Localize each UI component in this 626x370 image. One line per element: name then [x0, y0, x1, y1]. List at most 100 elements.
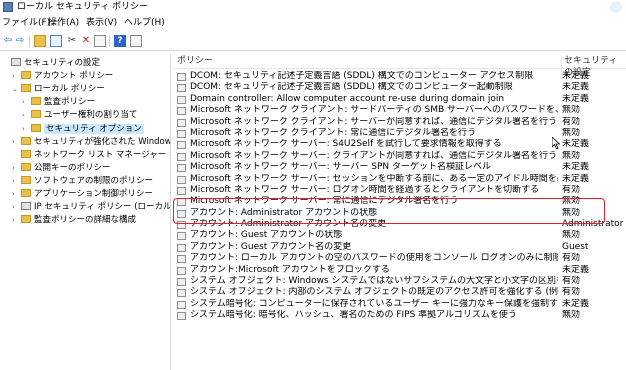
tree-item[interactable]: › アカウント ポリシー — [12, 70, 113, 83]
expand-arrow-icon[interactable]: › — [22, 123, 31, 136]
policy-name: アカウント:Microsoft アカウントをブロックする — [190, 264, 390, 275]
menu-view[interactable]: 表示(V) — [86, 17, 117, 29]
expand-arrow-icon[interactable]: › — [22, 96, 31, 109]
policy-name: Microsoft ネットワーク サーバー: サーバー SPN ターゲット名検証… — [190, 162, 491, 173]
policy-name: システム オブジェクト: Windows システムではないサブシステムの大文字と… — [190, 276, 558, 287]
tree-item[interactable]: › 公開キーのポリシー — [12, 162, 111, 175]
policy-name: アカウント: Administrator アカウント名の変更 — [190, 219, 387, 230]
tree-item-label: 監査ポリシーの詳細な構成 — [34, 215, 137, 226]
expand-arrow-icon[interactable]: › — [12, 70, 21, 83]
policy-icon — [177, 129, 186, 138]
tree-item[interactable]: › IP セキュリティ ポリシー (ローカル コンピュータ) — [12, 201, 170, 214]
folder-icon — [31, 97, 41, 106]
policy-setting: 無効 — [562, 207, 581, 218]
policy-icon — [177, 141, 186, 150]
folder-icon — [31, 110, 41, 119]
expand-arrow-icon[interactable]: › — [22, 109, 31, 122]
menu-action[interactable]: 操作(A) — [48, 17, 79, 29]
policy-setting: 無効 — [562, 127, 581, 138]
up-folder-icon[interactable] — [34, 35, 46, 47]
menu-file[interactable]: ファイル(F) — [2, 17, 50, 29]
policy-setting: 未定義 — [562, 173, 590, 184]
policy-setting: 未定義 — [562, 93, 590, 104]
policy-row[interactable]: アカウント: Administrator アカウント名の変更 Administra… — [173, 219, 626, 230]
expand-arrow-icon[interactable]: › — [12, 188, 21, 201]
tree-item-label: ユーザー権利の割り当て — [44, 110, 138, 121]
properties-icon[interactable] — [130, 35, 142, 47]
policy-name: Microsoft ネットワーク クライアント: 常に通信にデジタル署名を行う — [190, 127, 477, 138]
policy-name: システム オブジェクト: 内部のシステム オブジェクトの既定のアクセス許可を強化… — [190, 287, 558, 298]
window-control-icon[interactable] — [610, 1, 622, 13]
policy-row[interactable]: Microsoft ネットワーク サーバー: セッションを中断する前に、ある一定… — [173, 174, 626, 185]
policy-row[interactable]: アカウント: Guest アカウント名の変更 Guest — [173, 242, 626, 253]
policy-row[interactable]: アカウント: Guest アカウントの状態 無効 — [173, 230, 626, 241]
policy-setting: 有効 — [562, 184, 581, 195]
export-list-icon[interactable] — [94, 35, 106, 47]
toolbar: ⇦ ⇨ ✂ ✕ ? — [0, 32, 626, 51]
policy-icon — [177, 95, 186, 104]
expand-arrow-icon[interactable]: › — [12, 214, 21, 227]
expand-arrow-icon[interactable]: › — [12, 136, 21, 149]
policy-row[interactable]: Microsoft ネットワーク サーバー: ログオン時間を経過するとクライアン… — [173, 185, 626, 196]
policy-row[interactable]: システム オブジェクト: 内部のシステム オブジェクトの既定のアクセス許可を強化… — [173, 287, 626, 298]
policy-setting: Administrator — [562, 219, 624, 230]
policy-setting: 未定義 — [562, 162, 590, 173]
policy-row[interactable]: Microsoft ネットワーク サーバー: 常に通信にデジタル署名を行う 無効 — [173, 196, 626, 207]
tree-item-label: セキュリティの設定 — [24, 58, 100, 68]
expand-arrow-icon[interactable]: ⌄ — [12, 83, 21, 96]
tree-item[interactable]: › セキュリティ オプション — [22, 123, 144, 136]
policy-icon — [177, 266, 186, 275]
back-icon[interactable]: ⇦ — [2, 35, 14, 47]
policy-setting: 未定義 — [562, 298, 590, 309]
policy-row[interactable]: Domain controller: Allow computer accoun… — [173, 94, 626, 105]
forward-icon[interactable]: ⇨ — [14, 35, 26, 47]
policy-icon — [177, 107, 186, 116]
tree-item[interactable]: › アプリケーション制御ポリシー — [12, 188, 153, 201]
policy-setting: 無効 — [562, 150, 581, 161]
tree-item[interactable]: ネットワーク リスト マネージャー ポリシー — [12, 149, 170, 162]
policy-setting: 未定義 — [562, 264, 590, 275]
policy-row[interactable]: DCOM: セキュリティ記述子定義言語 (SDDL) 構文でのコンピューター ア… — [173, 71, 626, 82]
tree-item[interactable]: › ソフトウェアの制限のポリシー — [12, 175, 153, 188]
policy-row[interactable]: Microsoft ネットワーク クライアント: サーバーが同意すれば、通信にデ… — [173, 117, 626, 128]
policy-icon — [177, 289, 186, 298]
policy-row[interactable]: アカウント: Administrator アカウントの状態 無効 — [173, 208, 626, 219]
policy-row[interactable]: システム暗号化: 暗号化、ハッシュ、署名のための FIPS 準拠アルゴリズムを使… — [173, 310, 626, 321]
policy-name: Microsoft ネットワーク サーバー: クライアントが同意すれば、通信にデ… — [190, 150, 557, 161]
policy-row[interactable]: アカウント:Microsoft アカウントをブロックする 未定義 — [173, 265, 626, 276]
tree-item[interactable]: › 監査ポリシー — [22, 96, 95, 109]
tree-item-label: 公開キーのポリシー — [34, 162, 111, 173]
policy-row[interactable]: システム暗号化: コンピューターに保存されているユーザー キーに強力なキー保護を… — [173, 299, 626, 310]
policy-name: Microsoft ネットワーク サーバー: ログオン時間を経過するとクライアン… — [190, 184, 540, 195]
show-hide-tree-icon[interactable] — [50, 35, 62, 47]
expand-arrow-icon[interactable]: › — [12, 201, 21, 214]
shield-icon — [11, 58, 21, 66]
policy-row[interactable]: アカウント: ローカル アカウントの空のパスワードの使用をコンソール ログオンの… — [173, 253, 626, 264]
policy-name: システム暗号化: 暗号化、ハッシュ、署名のための FIPS 準拠アルゴリズムを使… — [190, 310, 517, 321]
tree-item[interactable]: ⌄ ローカル ポリシー — [12, 83, 105, 96]
folder-icon — [31, 123, 41, 132]
expand-arrow-icon[interactable]: › — [12, 162, 21, 175]
tree-item-label: セキュリティが強化された Windows Defender — [34, 136, 170, 147]
policy-row[interactable]: Microsoft ネットワーク クライアント: サードパーティの SMB サー… — [173, 105, 626, 116]
policy-icon — [177, 164, 186, 173]
policy-setting: 無効 — [562, 230, 581, 241]
tree-item[interactable]: › セキュリティが強化された Windows Defender — [12, 136, 170, 149]
help-icon[interactable]: ? — [114, 35, 126, 47]
delete-icon[interactable]: ✕ — [80, 35, 92, 47]
policy-row[interactable]: DCOM: セキュリティ記述子定義言語 (SDDL) 構文でのコンピューター起動… — [173, 82, 626, 93]
tree-item[interactable]: › 監査ポリシーの詳細な構成 — [12, 214, 136, 227]
tree-item[interactable]: › ユーザー権利の割り当て — [22, 109, 137, 122]
policy-row[interactable]: システム オブジェクト: Windows システムではないサブシステムの大文字と… — [173, 276, 626, 287]
menu-help[interactable]: ヘルプ(H) — [124, 17, 165, 29]
policy-name: システム暗号化: コンピューターに保存されているユーザー キーに強力なキー保護を… — [190, 298, 558, 309]
policy-icon — [177, 232, 186, 241]
policy-name: Microsoft ネットワーク クライアント: サードパーティの SMB サー… — [190, 105, 558, 116]
tree-item[interactable]: セキュリティの設定 — [2, 57, 100, 70]
policy-icon — [177, 84, 186, 93]
policy-row[interactable]: Microsoft ネットワーク サーバー: サーバー SPN ターゲット名検証… — [173, 162, 626, 173]
column-header-policy[interactable]: ポリシー — [177, 55, 213, 67]
policy-row[interactable]: Microsoft ネットワーク サーバー: クライアントが同意すれば、通信にデ… — [173, 151, 626, 162]
cut-icon[interactable]: ✂ — [66, 35, 78, 47]
expand-arrow-icon[interactable]: › — [12, 175, 21, 188]
